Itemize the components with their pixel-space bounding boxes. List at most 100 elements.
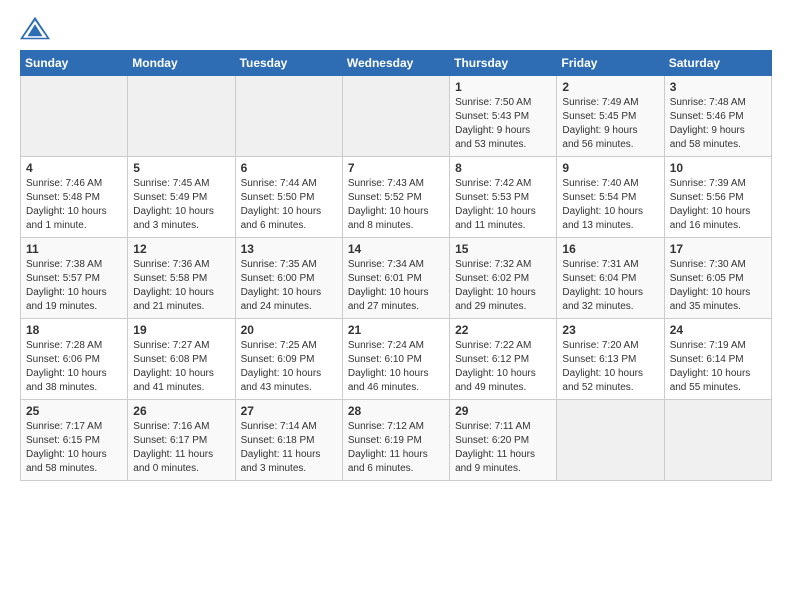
day-info: Sunrise: 7:39 AM Sunset: 5:56 PM Dayligh… xyxy=(670,177,766,233)
cell-week1-day1 xyxy=(21,76,128,157)
day-info: Sunrise: 7:20 AM Sunset: 6:13 PM Dayligh… xyxy=(562,339,658,395)
week-row-5: 25 Sunrise: 7:17 AM Sunset: 6:15 PM Dayli… xyxy=(21,400,772,481)
day-info: Sunrise: 7:48 AM Sunset: 5:46 PM Dayligh… xyxy=(670,96,766,152)
day-number: 22 xyxy=(455,323,551,337)
day-number: 3 xyxy=(670,80,766,94)
day-info: Sunrise: 7:24 AM Sunset: 6:10 PM Dayligh… xyxy=(348,339,444,395)
day-number: 29 xyxy=(455,404,551,418)
day-number: 12 xyxy=(133,242,229,256)
week-row-4: 18 Sunrise: 7:28 AM Sunset: 6:06 PM Dayli… xyxy=(21,319,772,400)
cell-week4-day2: 19 Sunrise: 7:27 AM Sunset: 6:08 PM Dayli… xyxy=(128,319,235,400)
day-info: Sunrise: 7:27 AM Sunset: 6:08 PM Dayligh… xyxy=(133,339,229,395)
day-info: Sunrise: 7:45 AM Sunset: 5:49 PM Dayligh… xyxy=(133,177,229,233)
day-number: 14 xyxy=(348,242,444,256)
week-row-1: 1 Sunrise: 7:50 AM Sunset: 5:43 PM Daylig… xyxy=(21,76,772,157)
header-sunday: Sunday xyxy=(21,51,128,76)
day-number: 2 xyxy=(562,80,658,94)
cell-week1-day6: 2 Sunrise: 7:49 AM Sunset: 5:45 PM Daylig… xyxy=(557,76,664,157)
day-number: 18 xyxy=(26,323,122,337)
cell-week5-day5: 29 Sunrise: 7:11 AM Sunset: 6:20 PM Dayli… xyxy=(450,400,557,481)
calendar-header: SundayMondayTuesdayWednesdayThursdayFrid… xyxy=(21,51,772,76)
day-number: 5 xyxy=(133,161,229,175)
day-number: 27 xyxy=(241,404,337,418)
cell-week4-day5: 22 Sunrise: 7:22 AM Sunset: 6:12 PM Dayli… xyxy=(450,319,557,400)
day-number: 16 xyxy=(562,242,658,256)
cell-week3-day4: 14 Sunrise: 7:34 AM Sunset: 6:01 PM Dayli… xyxy=(342,238,449,319)
day-number: 8 xyxy=(455,161,551,175)
cell-week2-day6: 9Sunrise: 7:40 AM Sunset: 5:54 PM Daylig… xyxy=(557,157,664,238)
cell-week3-day1: 11 Sunrise: 7:38 AM Sunset: 5:57 PM Dayli… xyxy=(21,238,128,319)
cell-week4-day6: 23 Sunrise: 7:20 AM Sunset: 6:13 PM Dayli… xyxy=(557,319,664,400)
logo xyxy=(20,16,54,40)
cell-week2-day5: 8 Sunrise: 7:42 AM Sunset: 5:53 PM Daylig… xyxy=(450,157,557,238)
cell-week2-day1: 4 Sunrise: 7:46 AM Sunset: 5:48 PM Daylig… xyxy=(21,157,128,238)
day-info: Sunrise: 7:34 AM Sunset: 6:01 PM Dayligh… xyxy=(348,258,444,314)
header-monday: Monday xyxy=(128,51,235,76)
cell-week2-day7: 10 Sunrise: 7:39 AM Sunset: 5:56 PM Dayli… xyxy=(664,157,771,238)
header-thursday: Thursday xyxy=(450,51,557,76)
cell-week2-day3: 6 Sunrise: 7:44 AM Sunset: 5:50 PM Daylig… xyxy=(235,157,342,238)
day-number: 13 xyxy=(241,242,337,256)
cell-week5-day4: 28 Sunrise: 7:12 AM Sunset: 6:19 PM Dayli… xyxy=(342,400,449,481)
cell-week3-day7: 17 Sunrise: 7:30 AM Sunset: 6:05 PM Dayli… xyxy=(664,238,771,319)
day-number: 23 xyxy=(562,323,658,337)
day-number: 1 xyxy=(455,80,551,94)
day-info: Sunrise: 7:35 AM Sunset: 6:00 PM Dayligh… xyxy=(241,258,337,314)
cell-week2-day4: 7Sunrise: 7:43 AM Sunset: 5:52 PM Daylig… xyxy=(342,157,449,238)
day-number: 19 xyxy=(133,323,229,337)
day-number: 28 xyxy=(348,404,444,418)
calendar-body: 1 Sunrise: 7:50 AM Sunset: 5:43 PM Daylig… xyxy=(21,76,772,481)
header-wednesday: Wednesday xyxy=(342,51,449,76)
header-row: SundayMondayTuesdayWednesdayThursdayFrid… xyxy=(21,51,772,76)
cell-week3-day6: 16 Sunrise: 7:31 AM Sunset: 6:04 PM Dayli… xyxy=(557,238,664,319)
logo-icon xyxy=(20,16,50,40)
cell-week5-day3: 27Sunrise: 7:14 AM Sunset: 6:18 PM Dayli… xyxy=(235,400,342,481)
cell-week1-day3 xyxy=(235,76,342,157)
day-number: 10 xyxy=(670,161,766,175)
day-info: Sunrise: 7:17 AM Sunset: 6:15 PM Dayligh… xyxy=(26,420,122,476)
header-tuesday: Tuesday xyxy=(235,51,342,76)
cell-week4-day7: 24Sunrise: 7:19 AM Sunset: 6:14 PM Dayli… xyxy=(664,319,771,400)
page-header xyxy=(20,16,772,40)
day-info: Sunrise: 7:49 AM Sunset: 5:45 PM Dayligh… xyxy=(562,96,658,152)
day-number: 6 xyxy=(241,161,337,175)
day-info: Sunrise: 7:42 AM Sunset: 5:53 PM Dayligh… xyxy=(455,177,551,233)
cell-week5-day1: 25 Sunrise: 7:17 AM Sunset: 6:15 PM Dayli… xyxy=(21,400,128,481)
day-info: Sunrise: 7:46 AM Sunset: 5:48 PM Dayligh… xyxy=(26,177,122,233)
day-info: Sunrise: 7:28 AM Sunset: 6:06 PM Dayligh… xyxy=(26,339,122,395)
day-info: Sunrise: 7:12 AM Sunset: 6:19 PM Dayligh… xyxy=(348,420,444,476)
header-friday: Friday xyxy=(557,51,664,76)
cell-week1-day2 xyxy=(128,76,235,157)
day-number: 26 xyxy=(133,404,229,418)
day-number: 20 xyxy=(241,323,337,337)
cell-week5-day7 xyxy=(664,400,771,481)
cell-week1-day5: 1 Sunrise: 7:50 AM Sunset: 5:43 PM Daylig… xyxy=(450,76,557,157)
day-number: 4 xyxy=(26,161,122,175)
header-saturday: Saturday xyxy=(664,51,771,76)
cell-week1-day7: 3 Sunrise: 7:48 AM Sunset: 5:46 PM Daylig… xyxy=(664,76,771,157)
day-info: Sunrise: 7:31 AM Sunset: 6:04 PM Dayligh… xyxy=(562,258,658,314)
cell-week4-day3: 20 Sunrise: 7:25 AM Sunset: 6:09 PM Dayli… xyxy=(235,319,342,400)
day-number: 25 xyxy=(26,404,122,418)
day-info: Sunrise: 7:25 AM Sunset: 6:09 PM Dayligh… xyxy=(241,339,337,395)
day-info: Sunrise: 7:30 AM Sunset: 6:05 PM Dayligh… xyxy=(670,258,766,314)
day-info: Sunrise: 7:19 AM Sunset: 6:14 PM Dayligh… xyxy=(670,339,766,395)
cell-week1-day4 xyxy=(342,76,449,157)
day-info: Sunrise: 7:40 AM Sunset: 5:54 PM Dayligh… xyxy=(562,177,658,233)
day-info: Sunrise: 7:38 AM Sunset: 5:57 PM Dayligh… xyxy=(26,258,122,314)
cell-week5-day6 xyxy=(557,400,664,481)
day-number: 15 xyxy=(455,242,551,256)
cell-week3-day2: 12Sunrise: 7:36 AM Sunset: 5:58 PM Dayli… xyxy=(128,238,235,319)
day-info: Sunrise: 7:50 AM Sunset: 5:43 PM Dayligh… xyxy=(455,96,551,152)
day-number: 11 xyxy=(26,242,122,256)
day-number: 17 xyxy=(670,242,766,256)
day-info: Sunrise: 7:44 AM Sunset: 5:50 PM Dayligh… xyxy=(241,177,337,233)
cell-week2-day2: 5 Sunrise: 7:45 AM Sunset: 5:49 PM Daylig… xyxy=(128,157,235,238)
day-info: Sunrise: 7:16 AM Sunset: 6:17 PM Dayligh… xyxy=(133,420,229,476)
day-info: Sunrise: 7:32 AM Sunset: 6:02 PM Dayligh… xyxy=(455,258,551,314)
day-info: Sunrise: 7:11 AM Sunset: 6:20 PM Dayligh… xyxy=(455,420,551,476)
cell-week5-day2: 26 Sunrise: 7:16 AM Sunset: 6:17 PM Dayli… xyxy=(128,400,235,481)
cell-week4-day1: 18 Sunrise: 7:28 AM Sunset: 6:06 PM Dayli… xyxy=(21,319,128,400)
day-info: Sunrise: 7:22 AM Sunset: 6:12 PM Dayligh… xyxy=(455,339,551,395)
cell-week3-day5: 15 Sunrise: 7:32 AM Sunset: 6:02 PM Dayli… xyxy=(450,238,557,319)
